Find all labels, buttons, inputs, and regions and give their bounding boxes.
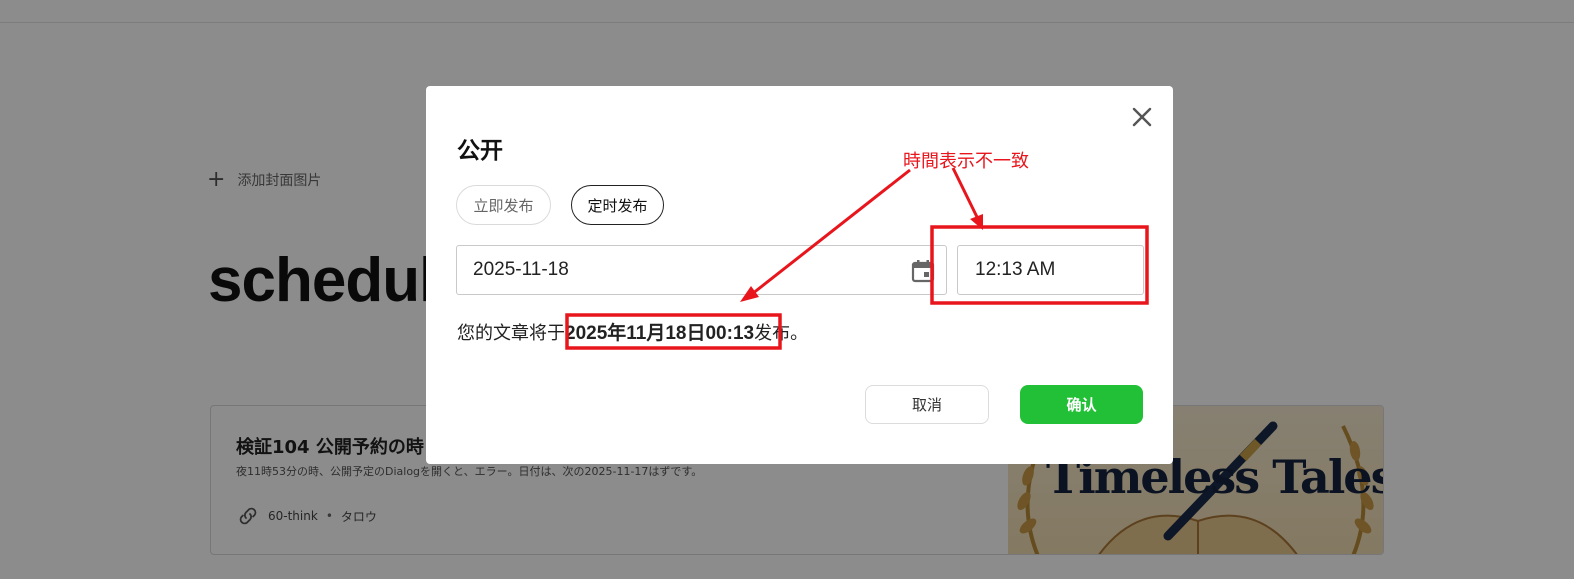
time-value: 12:13 AM (975, 259, 1056, 280)
confirm-button[interactable]: 确认 (1020, 385, 1143, 424)
dialog-title: 公开 (457, 138, 503, 164)
time-input[interactable]: 12:13 AM (957, 245, 1144, 295)
publish-dialog: 公开 立即发布 定时发布 2025-11-18 12:13 AM 您的文章将于 … (426, 86, 1173, 464)
schedule-datetime: 2025年11月18日00:13 (565, 323, 755, 344)
date-input[interactable]: 2025-11-18 (456, 245, 947, 295)
schedule-prefix: 您的文章将于 (457, 323, 565, 344)
tab-publish-now[interactable]: 立即发布 (456, 185, 551, 225)
annotation-label: 時間表示不一致 (903, 151, 1029, 172)
calendar-icon[interactable] (910, 258, 936, 284)
close-icon[interactable] (1129, 104, 1155, 130)
cancel-button[interactable]: 取消 (865, 385, 989, 424)
schedule-suffix: 发布。 (754, 323, 809, 344)
schedule-summary: 您的文章将于 2025年11月18日00:13 发布。 (457, 318, 808, 345)
date-value: 2025-11-18 (473, 259, 569, 280)
tab-scheduled-publish[interactable]: 定时发布 (571, 185, 664, 225)
